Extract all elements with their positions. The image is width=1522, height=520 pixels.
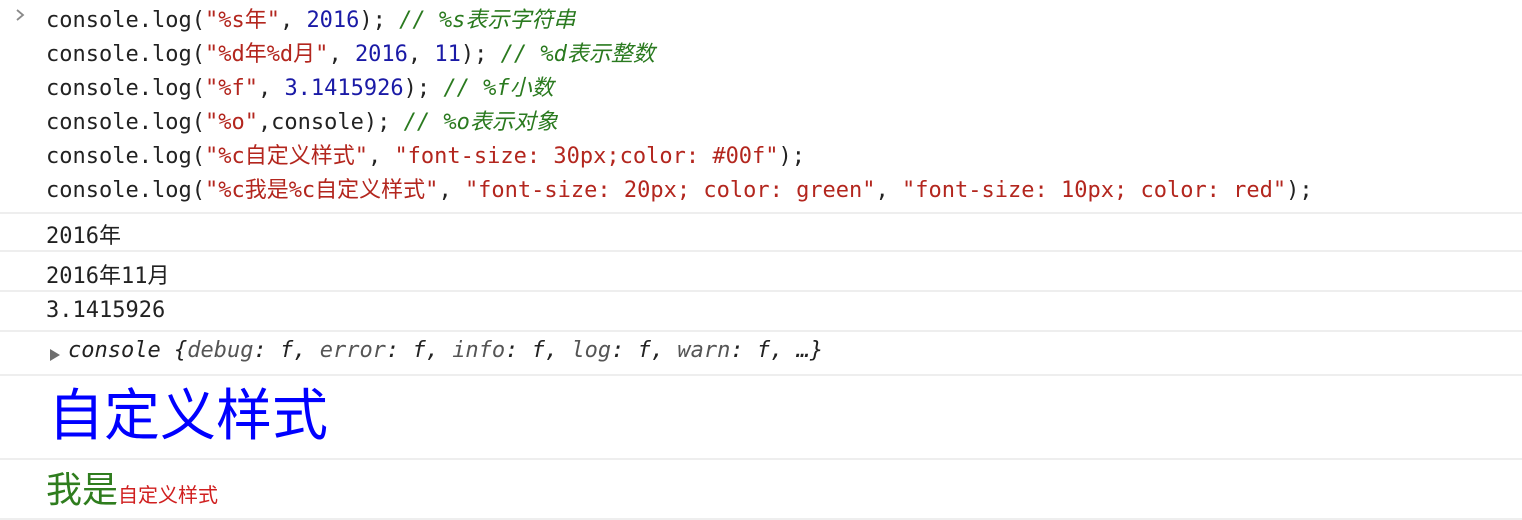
code-line: console.log("%c自定义样式", "font-size: 30px;… (46, 140, 805, 174)
code-line: console.log("%c我是%c自定义样式", "font-size: 2… (46, 174, 1313, 208)
object-prop-value: f (531, 338, 545, 363)
code-token-str: "font-size: 30px;color: #00f" (394, 144, 779, 169)
object-output-row[interactable]: console {debug: f, error: f, info: f, lo… (0, 336, 1522, 372)
object-prop-key: debug (187, 338, 254, 363)
expand-triangle-icon[interactable] (50, 349, 60, 361)
code-token-str: "%f" (204, 76, 258, 101)
code-token-str: "font-size: 10px; color: red" (902, 178, 1287, 203)
object-prop-key: warn (677, 338, 731, 363)
divider (0, 212, 1522, 214)
code-token-plain: , (328, 42, 355, 67)
code-line: console.log("%s年", 2016); // %s表示字符串 (46, 4, 575, 38)
code-token-str: "%c我是%c自定义样式" (204, 178, 439, 203)
code-token-str: "font-size: 20px; color: green" (464, 178, 876, 203)
object-prop-comma: , (544, 338, 572, 363)
code-token-str: "%s年" (204, 8, 280, 33)
code-line: console.log("%f", 3.1415926); // %f小数 (46, 72, 554, 106)
object-prop-separator: : (730, 338, 757, 363)
object-prop-comma: , (650, 338, 678, 363)
code-token-str: "%c自定义样式" (204, 144, 368, 169)
code-token-plain: console.log( (46, 178, 205, 203)
object-prop-separator: : (611, 338, 638, 363)
code-token-plain: , (875, 178, 903, 203)
object-prop-key: error (319, 338, 386, 363)
object-prop-separator: : (385, 338, 413, 363)
output-line-string: 2016年 (46, 224, 121, 249)
code-token-plain: console.log( (46, 144, 205, 169)
object-props: debug: f, error: f, info: f, log: f, war… (187, 338, 796, 363)
output-line-integer: 2016年11月 (46, 264, 170, 289)
object-prop-comma: , (425, 338, 453, 363)
code-line: console.log("%o",console); // %o表示对象 (46, 106, 558, 140)
divider (0, 330, 1522, 332)
chevron-right-icon (16, 9, 25, 21)
code-token-str: "%o" (204, 110, 258, 135)
object-open-brace: { (160, 338, 188, 363)
code-token-plain: console.log( (46, 42, 205, 67)
code-token-comment: // %f小数 (443, 76, 554, 101)
code-token-plain: console.log( (46, 110, 205, 135)
output-line-float: 3.1415926 (46, 298, 166, 323)
code-line: console.log("%d年%d月", 2016, 11); // %d表示… (46, 38, 655, 72)
code-token-plain: ); (359, 8, 400, 33)
code-token-num: 2016 (306, 8, 360, 33)
object-prop-comma: , (770, 338, 797, 363)
code-token-plain: , (367, 144, 395, 169)
object-name: console (68, 338, 161, 363)
object-more: …} (796, 338, 824, 363)
code-token-plain: ); (403, 76, 444, 101)
styled-output-blue: 自定义样式 (48, 384, 328, 449)
code-token-plain: , (279, 8, 307, 33)
object-prop-key: info (452, 338, 506, 363)
styled-output-mixed: 我是自定义样式 (46, 470, 218, 516)
object-prop-value: f (756, 338, 771, 363)
object-prop-separator: : (253, 338, 280, 363)
code-token-plain: ); (1286, 178, 1313, 203)
code-token-plain: ); (778, 144, 806, 169)
code-token-str: "%d年%d月" (204, 42, 329, 67)
code-token-comment: // %d表示整数 (500, 42, 655, 67)
divider (0, 290, 1522, 292)
code-token-plain: , (407, 42, 435, 67)
divider (0, 374, 1522, 376)
object-prop-value: f (637, 338, 651, 363)
code-token-plain: , (257, 76, 285, 101)
object-prop-value: f (279, 338, 294, 363)
object-prop-comma: , (293, 338, 320, 363)
object-prop-separator: : (505, 338, 532, 363)
code-token-num: 11 (434, 42, 461, 67)
code-token-num: 2016 (354, 42, 408, 67)
console-input-block[interactable]: console.log("%s年", 2016); // %s表示字符串 cons… (0, 0, 1522, 212)
divider (0, 250, 1522, 252)
object-prop-key: log (571, 338, 612, 363)
code-token-plain: ,console); (257, 110, 404, 135)
code-token-plain: console.log( (46, 76, 205, 101)
code-token-plain: console.log( (46, 8, 205, 33)
object-preview[interactable]: console {debug: f, error: f, info: f, lo… (68, 338, 823, 363)
object-prop-value: f (412, 338, 426, 363)
code-token-plain: , (438, 178, 465, 203)
code-token-plain: ); (460, 42, 501, 67)
styled-segment-green: 我是 (46, 470, 119, 511)
code-token-comment: // %o表示对象 (403, 110, 558, 135)
styled-segment-red: 自定义样式 (118, 483, 219, 507)
code-token-comment: // %s表示字符串 (399, 8, 576, 33)
code-token-num: 3.1415926 (284, 76, 404, 101)
divider (0, 458, 1522, 460)
